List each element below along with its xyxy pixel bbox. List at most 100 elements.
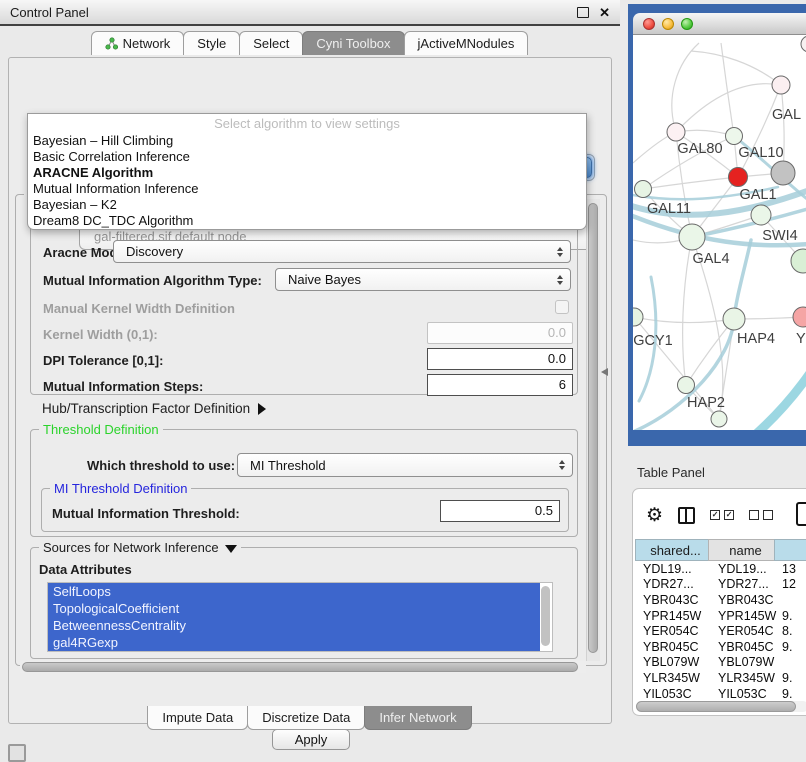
gear-icon[interactable]: ⚙ <box>646 506 663 525</box>
table-cell[interactable]: 9. <box>777 671 806 685</box>
hscrollbar-thumb[interactable] <box>22 662 578 672</box>
dpi-tolerance-field[interactable]: 0.0 <box>427 348 573 370</box>
network-canvas[interactable]: GALGAL80GAL10GAL1GAL11SWI4GAL4GCY1HAP4YH… <box>633 35 806 430</box>
tab-impute-data[interactable]: Impute Data <box>147 706 248 730</box>
table-cell[interactable]: YDL19... <box>636 562 710 576</box>
data-attributes-list[interactable]: SelfLoopsTopologicalCoefficientBetweenne… <box>47 582 553 652</box>
table-horizontal-scrollbar[interactable] <box>636 701 806 712</box>
table-row[interactable]: YER054CYER054C8. <box>636 623 806 639</box>
table-row[interactable]: YLR345WYLR345W9. <box>636 670 806 686</box>
settings-scrollbar-thumb[interactable] <box>588 203 598 653</box>
node-gal4[interactable] <box>679 224 705 250</box>
close-panel-icon[interactable]: ✕ <box>599 6 610 19</box>
node-gal11[interactable] <box>635 181 652 198</box>
hub-definition-toggle[interactable]: Hub/Transcription Factor Definition <box>42 401 266 416</box>
mi-threshold-field[interactable]: 0.5 <box>440 500 560 522</box>
table-cell[interactable]: YDR27... <box>636 577 710 591</box>
algorithm-option[interactable]: Mutual Information Inference <box>28 181 586 197</box>
network-edge[interactable] <box>738 85 781 177</box>
node-gray[interactable] <box>771 161 795 185</box>
tab-select[interactable]: Select <box>239 31 303 55</box>
tab-infer-network[interactable]: Infer Network <box>364 706 471 730</box>
network-edge[interactable] <box>672 43 699 132</box>
table-cell[interactable]: 9. <box>777 609 806 623</box>
tab-discretize-data[interactable]: Discretize Data <box>247 706 365 730</box>
zoom-traffic-light[interactable] <box>681 18 693 30</box>
sources-group-title[interactable]: Sources for Network Inference <box>39 540 241 555</box>
table-cell[interactable]: YBR045C <box>710 640 777 654</box>
close-traffic-light[interactable] <box>643 18 655 30</box>
table-cell[interactable]: YBL079W <box>636 655 710 669</box>
which-threshold-combo[interactable]: MI Threshold <box>237 453 573 477</box>
attribute-item-selected[interactable]: TopologicalCoefficient <box>48 600 540 617</box>
kernel-width-field[interactable]: 0.0 <box>427 322 573 344</box>
table-row[interactable]: YBR043CYBR043C <box>636 592 806 608</box>
attribute-item-selected[interactable]: gal4RGexp <box>48 634 540 651</box>
table-cell[interactable]: YLR345W <box>636 671 710 685</box>
node-gcy1[interactable] <box>633 308 643 326</box>
network-edge[interactable] <box>634 317 734 323</box>
network-edge[interactable] <box>676 84 781 132</box>
table-cell[interactable]: 9. <box>777 687 806 701</box>
mi-steps-field[interactable]: 6 <box>427 374 573 396</box>
node-swi4[interactable] <box>751 205 771 225</box>
settings-vertical-scrollbar[interactable] <box>586 199 600 661</box>
settings-horizontal-scrollbar[interactable] <box>20 661 586 673</box>
column-header-name[interactable]: name <box>708 539 775 561</box>
table-cell[interactable]: 12 <box>777 577 806 591</box>
table-cell[interactable]: YBR043C <box>710 593 777 607</box>
table-cell[interactable]: YIL053C <box>636 687 710 701</box>
attribute-item-selected[interactable]: BetweennessCentrality <box>48 617 540 634</box>
node-green-right[interactable] <box>791 249 806 273</box>
table-cell[interactable]: YER054C <box>636 624 710 638</box>
tab-style[interactable]: Style <box>183 31 240 55</box>
algorithm-option[interactable]: Dream8 DC_TDC Algorithm <box>28 213 586 229</box>
attr-list-scrollbar[interactable] <box>540 584 551 650</box>
table-row[interactable]: YDL19...YDL19...13 <box>636 561 806 577</box>
table-cell[interactable]: YER054C <box>710 624 777 638</box>
tab-network[interactable]: Network <box>91 31 185 55</box>
table-cell[interactable]: YBR045C <box>636 640 710 654</box>
node-salmon[interactable] <box>793 307 806 327</box>
node-hap2[interactable] <box>678 377 695 394</box>
columns-icon[interactable] <box>678 507 695 524</box>
table-cell[interactable]: 13 <box>777 562 806 576</box>
deselect-all-columns-icon[interactable] <box>749 510 773 520</box>
algorithm-option[interactable]: ARACNE Algorithm <box>28 165 586 181</box>
column-header-shared-name[interactable]: shared... <box>635 539 709 561</box>
column-header-partial[interactable] <box>774 539 806 561</box>
minimized-panel-icon[interactable] <box>8 744 26 762</box>
algorithm-option[interactable]: Bayesian – Hill Climbing <box>28 133 586 149</box>
table-cell[interactable]: YBL079W <box>710 655 777 669</box>
table-cell[interactable]: YDR27... <box>710 577 777 591</box>
table-cell[interactable]: YLR345W <box>710 671 777 685</box>
table-row[interactable]: YPR145WYPR145W9. <box>636 608 806 624</box>
mi-type-combo[interactable]: Naive Bayes <box>275 268 571 291</box>
attribute-item-selected[interactable]: SelfLoops <box>48 583 540 600</box>
apply-button[interactable]: Apply <box>272 729 351 750</box>
new-table-icon[interactable] <box>796 502 806 526</box>
node-small-bottom[interactable] <box>711 411 727 427</box>
node-edge-sliver[interactable] <box>801 36 806 52</box>
network-edge[interactable] <box>691 51 781 85</box>
algorithm-option[interactable]: Basic Correlation Inference <box>28 149 586 165</box>
manual-kernel-checkbox[interactable] <box>555 300 569 314</box>
table-cell[interactable]: 8. <box>777 624 806 638</box>
network-edge-thick[interactable] <box>734 240 751 319</box>
table-cell[interactable]: YDL19... <box>710 562 777 576</box>
node-gal7[interactable] <box>772 76 790 94</box>
network-edge[interactable] <box>683 237 692 385</box>
table-row[interactable]: YBL079WYBL079W <box>636 655 806 671</box>
table-row[interactable]: YDR27...YDR27...12 <box>636 577 806 593</box>
node-gal10[interactable] <box>726 128 743 145</box>
table-row[interactable]: YBR045CYBR045C9. <box>636 639 806 655</box>
select-all-columns-icon[interactable]: ✓✓ <box>710 510 734 520</box>
table-cell[interactable]: YPR145W <box>710 609 777 623</box>
node-hap4[interactable] <box>723 308 745 330</box>
table-cell[interactable]: 9. <box>777 640 806 654</box>
node-gal80[interactable] <box>667 123 685 141</box>
minimize-traffic-light[interactable] <box>662 18 674 30</box>
network-window-titlebar[interactable] <box>633 13 806 35</box>
table-cell[interactable]: YBR043C <box>636 593 710 607</box>
aracne-mode-combo[interactable]: Discovery <box>113 240 571 263</box>
